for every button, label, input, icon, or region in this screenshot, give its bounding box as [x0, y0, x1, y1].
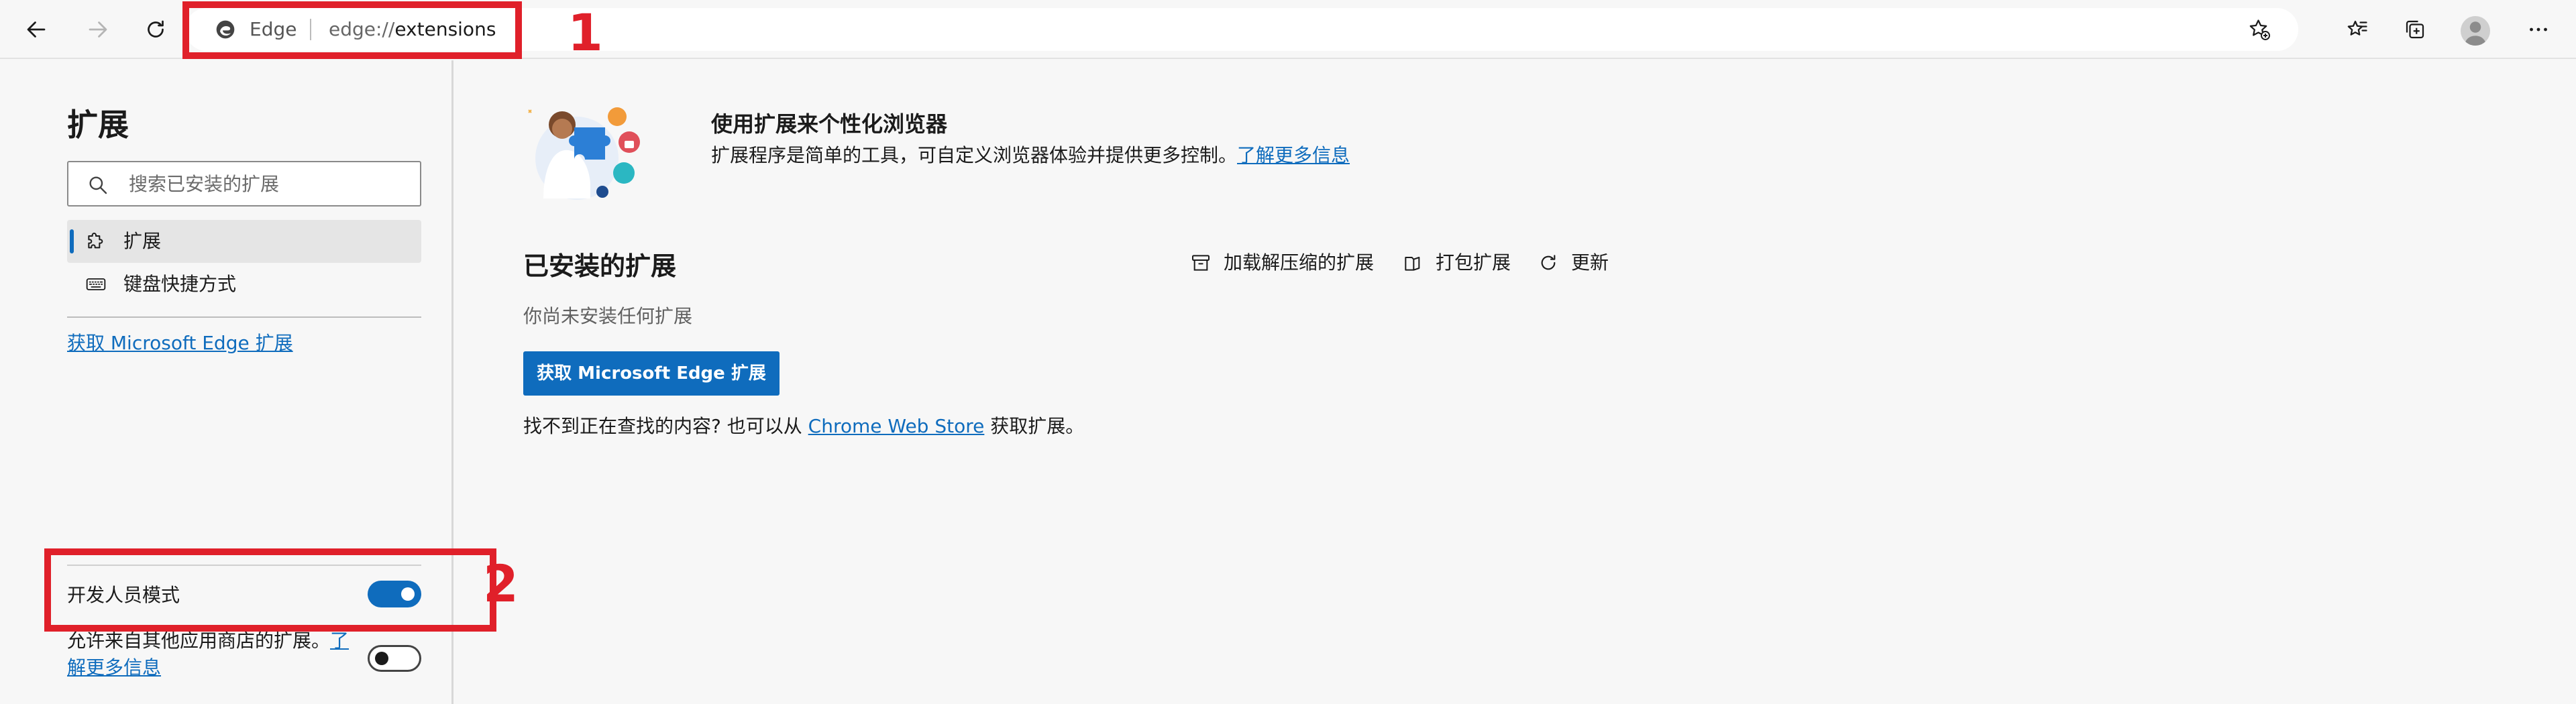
annotation-number-2: 2 — [483, 554, 519, 613]
search-icon — [89, 176, 107, 194]
package-icon — [1405, 257, 1420, 271]
refresh-icon — [1541, 255, 1556, 270]
pack-extension-label: 打包扩展 — [1436, 251, 1511, 274]
installed-extensions-title: 已安装的扩展 — [523, 251, 677, 281]
collections-button[interactable] — [2400, 15, 2430, 44]
active-indicator — [70, 229, 74, 253]
sidebar-item-label: 扩展 — [123, 230, 162, 252]
puzzle-icon — [88, 233, 103, 249]
chrome-web-store-link[interactable]: Chrome Web Store — [808, 415, 985, 437]
main-content: 使用扩展来个性化浏览器 扩展程序是简单的工具，可自定义浏览器体验并提供更多控制。… — [456, 60, 2576, 704]
more-dots-icon — [2530, 27, 2547, 32]
load-unpacked-label: 加载解压缩的扩展 — [1224, 251, 1375, 274]
cant-find-suffix: 获取扩展。 — [984, 415, 1085, 437]
hero-description-text: 扩展程序是简单的工具，可自定义浏览器体验并提供更多控制。 — [711, 144, 1238, 166]
pack-extension-button[interactable]: 打包扩展 — [1402, 249, 1511, 276]
annotation-number-1: 1 — [568, 3, 603, 62]
no-extensions-text: 你尚未安装任何扩展 — [523, 305, 693, 327]
back-arrow-icon — [27, 21, 46, 38]
hero-description: 扩展程序是简单的工具，可自定义浏览器体验并提供更多控制。了解更多信息 — [711, 141, 1350, 168]
settings-more-button[interactable] — [2524, 15, 2553, 44]
refresh-icon — [148, 20, 164, 38]
user-avatar-icon — [2464, 21, 2487, 46]
page-title: 扩展 — [67, 107, 129, 143]
favorites-button[interactable] — [2343, 15, 2372, 44]
update-button[interactable]: 更新 — [1538, 249, 1609, 276]
update-label: 更新 — [1571, 251, 1609, 274]
load-unpacked-button[interactable]: 加载解压缩的扩展 — [1190, 249, 1374, 276]
keyboard-icon — [86, 278, 106, 290]
sidebar-item-keyboard-shortcuts[interactable]: 键盘快捷方式 — [67, 263, 421, 306]
extensions-illustration — [528, 107, 640, 200]
search-box[interactable] — [67, 161, 421, 207]
sidebar-item-label: 键盘快捷方式 — [123, 273, 237, 295]
hero-learn-more-link[interactable]: 了解更多信息 — [1237, 144, 1350, 166]
favorites-icon — [2347, 20, 2367, 36]
archive-icon — [1192, 255, 1210, 271]
add-favorite-icon[interactable] — [2247, 17, 2271, 42]
refresh-button[interactable] — [140, 13, 172, 46]
annotation-box-1 — [182, 1, 522, 59]
profile-avatar[interactable] — [2461, 16, 2490, 46]
search-input[interactable] — [129, 162, 411, 205]
hero-title: 使用扩展来个性化浏览器 — [711, 111, 948, 137]
forward-arrow-icon — [89, 21, 107, 38]
allow-other-stores-toggle[interactable] — [368, 645, 421, 672]
sidebar-divider — [67, 316, 421, 318]
allow-other-stores-text: 允许来自其他应用商店的扩展。了解更多信息 — [67, 628, 362, 681]
forward-button[interactable] — [82, 13, 114, 46]
back-button[interactable] — [20, 13, 52, 46]
collections-icon — [2406, 20, 2424, 39]
sidebar-item-extensions[interactable]: 扩展 — [67, 220, 421, 263]
allow-other-stores-label: 允许来自其他应用商店的扩展。 — [67, 630, 331, 652]
get-edge-extensions-button[interactable]: 获取 Microsoft Edge 扩展 — [523, 351, 780, 396]
cant-find-prefix: 找不到正在查找的内容? 也可以从 — [523, 415, 808, 437]
get-edge-extensions-link[interactable]: 获取 Microsoft Edge 扩展 — [67, 329, 293, 355]
cant-find-text: 找不到正在查找的内容? 也可以从 Chrome Web Store 获取扩展。 — [523, 412, 1084, 438]
annotation-box-2 — [44, 548, 496, 632]
